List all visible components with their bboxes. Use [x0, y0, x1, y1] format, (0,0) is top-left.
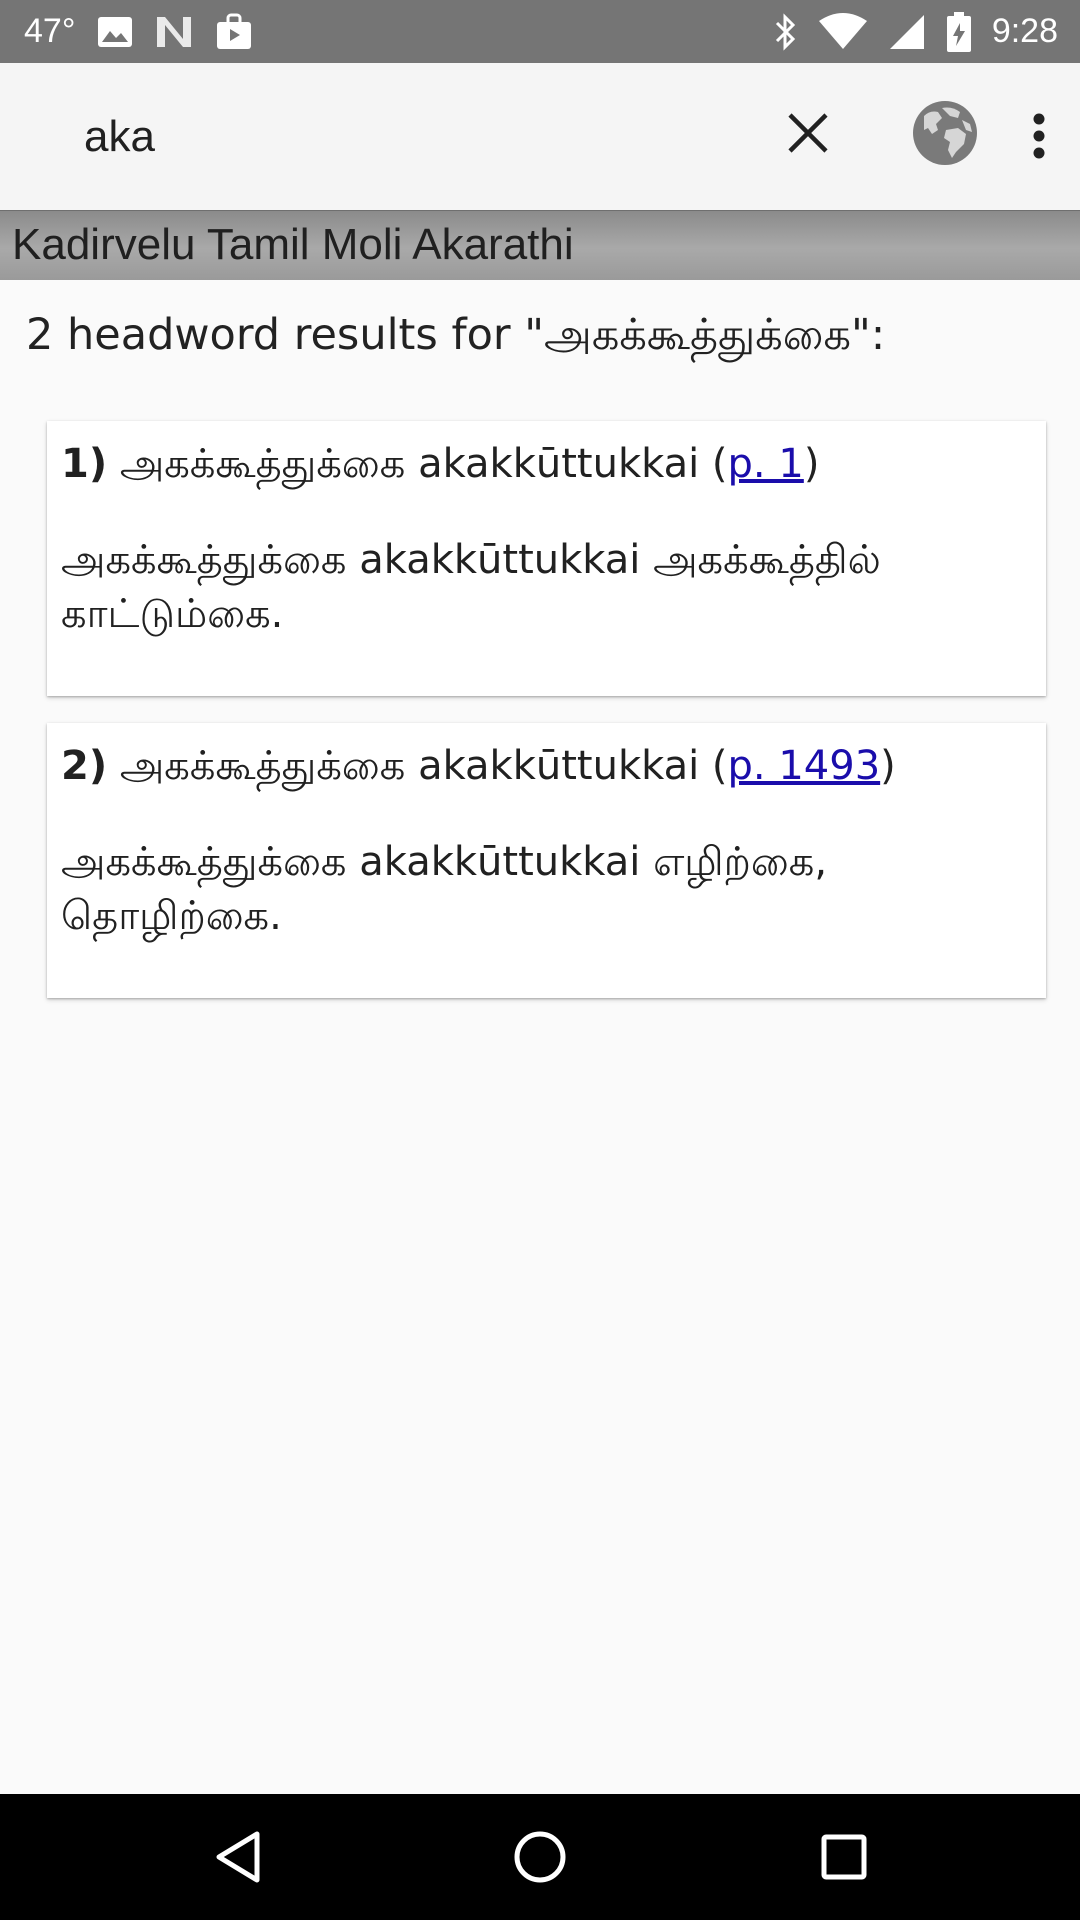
bluetooth-icon — [774, 12, 798, 51]
results-summary: 2 headword results for "அகக்கூத்துக்கை": — [26, 310, 886, 360]
notification-n-icon — [155, 15, 193, 49]
home-icon — [514, 1831, 566, 1883]
recents-button[interactable] — [774, 1794, 914, 1920]
cell-signal-icon — [888, 13, 926, 51]
close-paren: ) — [803, 441, 820, 487]
result-card: 2) அகக்கூத்துக்கை akakkūttukkai (p. 1493… — [47, 723, 1046, 998]
status-bar: 47° 9:28 — [0, 0, 1080, 63]
navigation-bar — [0, 1794, 1080, 1920]
clear-search-button[interactable] — [778, 103, 838, 163]
search-toolbar — [0, 63, 1080, 210]
back-icon — [216, 1831, 260, 1883]
entry-headword: அகக்கூத்துக்கை akakkūttukkai ( — [119, 441, 728, 487]
home-button[interactable] — [470, 1794, 610, 1920]
close-paren: ) — [880, 743, 896, 789]
result-card: 1) அகக்கூத்துக்கை akakkūttukkai (p. 1) அ… — [47, 421, 1046, 696]
clock: 9:28 — [991, 12, 1058, 50]
temperature: 47° — [24, 12, 76, 50]
shopping-bag-icon — [215, 13, 253, 51]
search-input[interactable] — [84, 108, 704, 166]
wifi-icon — [818, 12, 868, 51]
entry-number: 1) — [61, 441, 108, 487]
globe-icon — [913, 101, 977, 165]
entry-number: 2) — [61, 743, 108, 789]
overflow-menu-button[interactable] — [1016, 103, 1062, 169]
image-icon — [97, 16, 133, 48]
dictionary-select-button[interactable] — [908, 96, 982, 170]
entry-heading: 1) அகக்கூத்துக்கை akakkūttukkai (p. 1) — [61, 435, 1032, 493]
recents-icon — [821, 1834, 867, 1880]
dictionary-title: Kadirvelu Tamil Moli Akarathi — [12, 220, 574, 269]
page-link[interactable]: p. 1493 — [728, 743, 881, 789]
dictionary-header: Kadirvelu Tamil Moli Akarathi — [0, 210, 1080, 280]
entry-headword: அகக்கூத்துக்கை akakkūttukkai ( — [119, 743, 728, 789]
entry-definition: அகக்கூத்துக்கை akakkūttukkai அகக்கூத்தில… — [61, 537, 881, 637]
battery-icon — [946, 11, 972, 53]
page-link[interactable]: p. 1 — [728, 441, 804, 487]
more-vert-icon — [1033, 113, 1045, 159]
entry-heading: 2) அகக்கூத்துக்கை akakkūttukkai (p. 1493… — [61, 737, 1032, 795]
close-icon — [788, 113, 828, 153]
entry-definition: அகக்கூத்துக்கை akakkūttukkai எழிற்கை, தொ… — [61, 839, 828, 939]
back-button[interactable] — [168, 1794, 308, 1920]
